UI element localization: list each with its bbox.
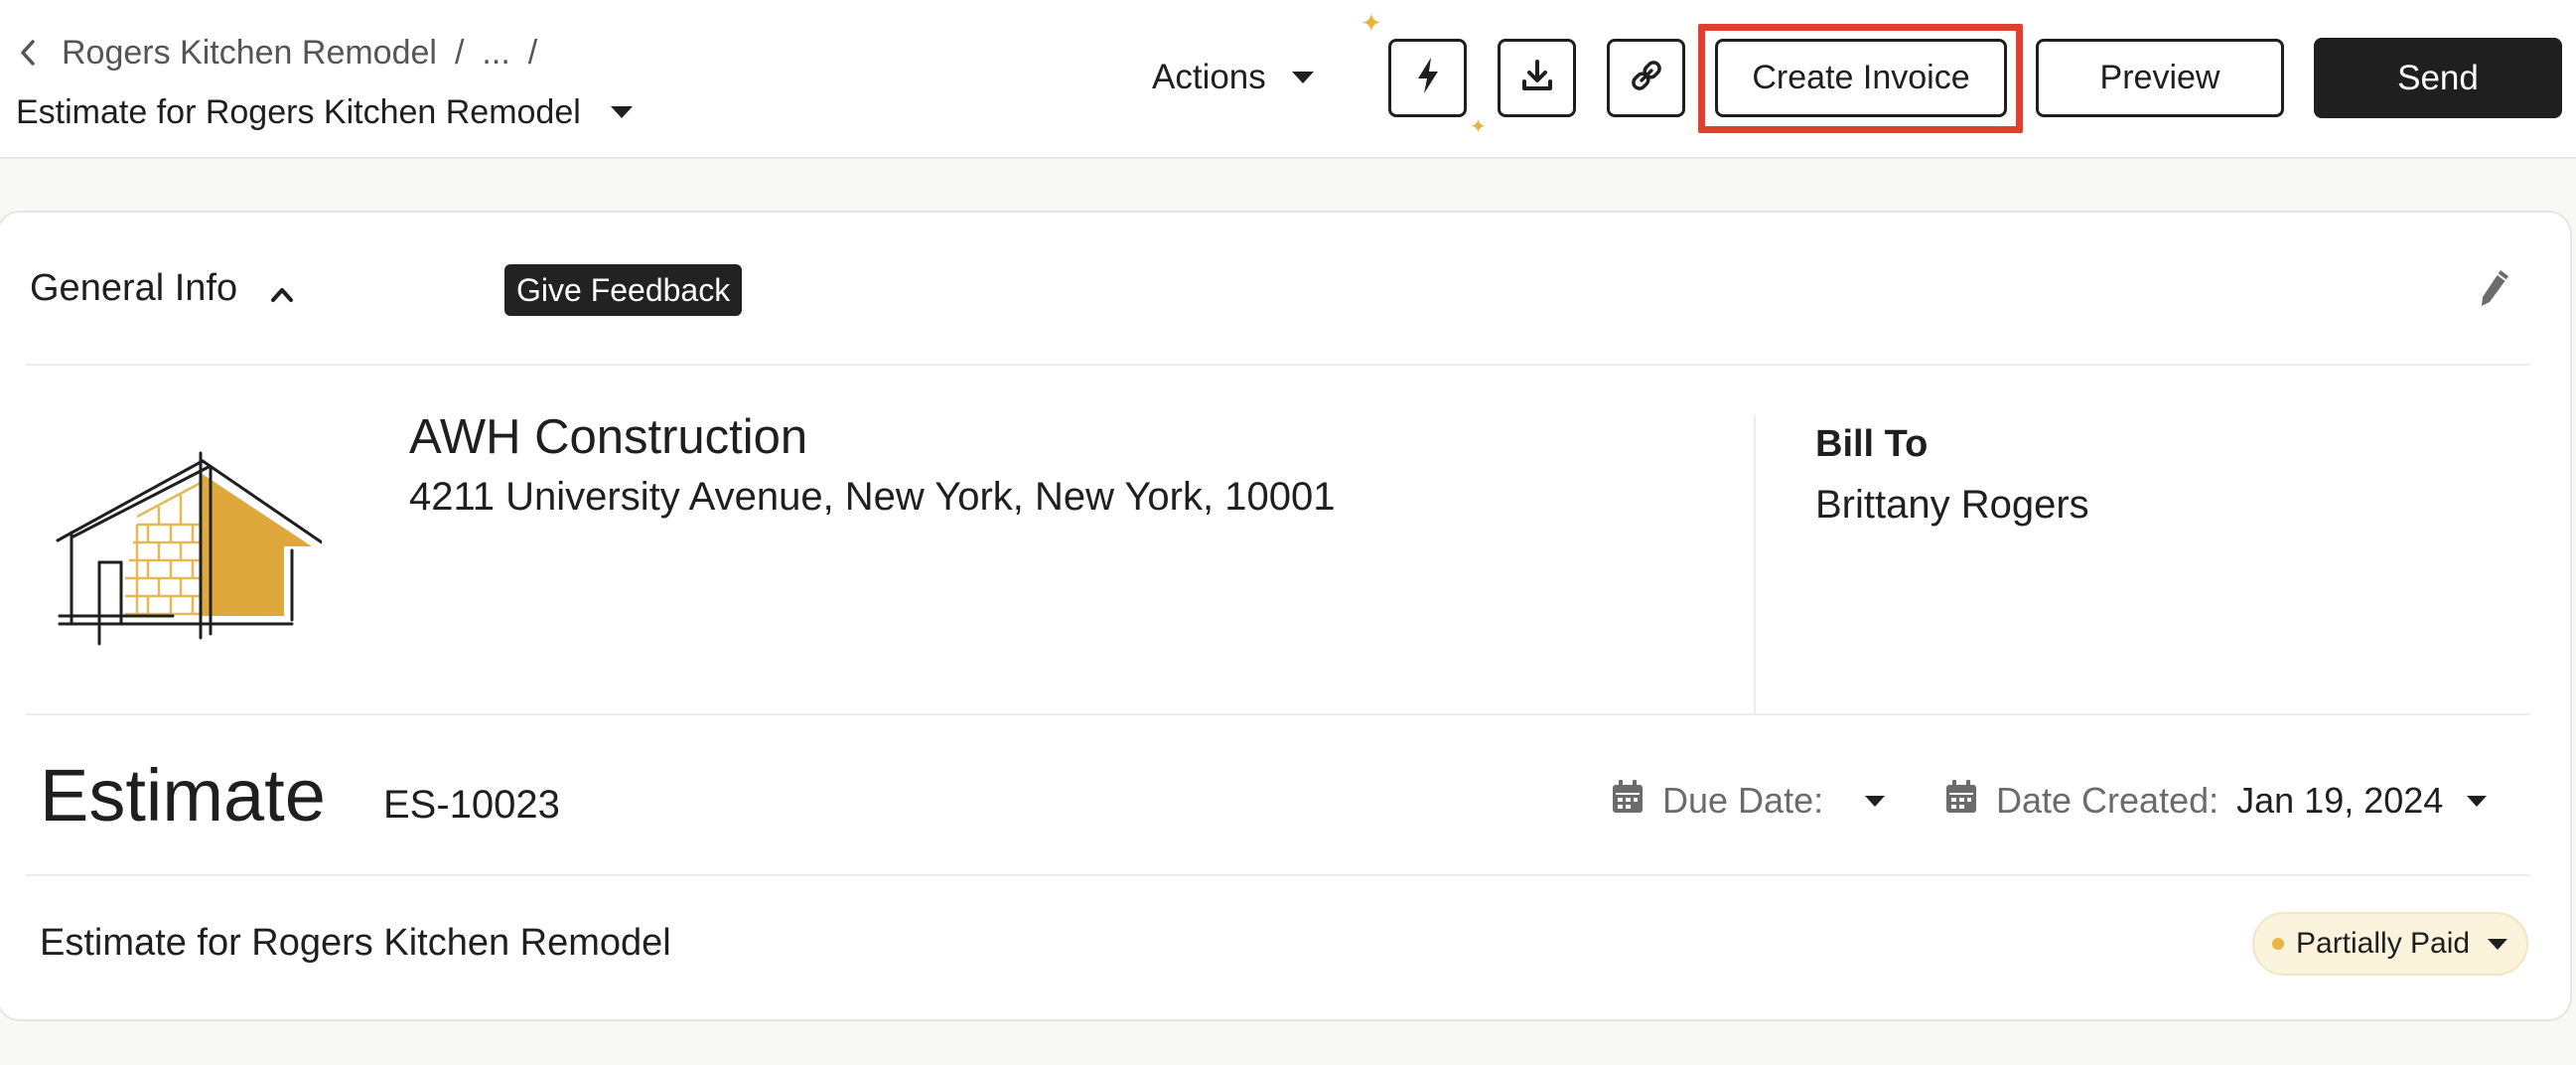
estimate-card [0,211,2572,1021]
chevron-up-icon [269,275,295,302]
send-button[interactable]: Send [2314,38,2562,118]
page-title-dropdown[interactable]: Estimate for Rogers Kitchen Remodel [16,89,633,135]
top-header: Rogers Kitchen Remodel / ... / Estimate … [0,0,2576,159]
status-dot [2272,938,2284,950]
preview-button[interactable]: Preview [2036,39,2284,117]
create-invoice-button[interactable]: Create Invoice [1715,39,2007,117]
calendar-icon [1944,779,1978,824]
section-title: General Info [30,266,238,309]
due-date-label: Due Date: [1662,780,1824,821]
download-button[interactable] [1498,39,1576,117]
bill-to-label: Bill To [1815,423,1929,465]
date-created-value: Jan 19, 2024 [2236,780,2444,821]
company-name: AWH Construction [409,410,808,464]
general-info-toggle[interactable]: General Info [30,260,295,316]
calendar-icon [1611,779,1645,824]
vertical-divider [1754,415,1756,713]
bill-to-name: Brittany Rogers [1815,483,2089,527]
divider [26,364,2530,366]
copy-link-button[interactable] [1607,39,1685,117]
divider [26,713,2530,715]
date-created-label: Date Created: [1996,780,2219,821]
document-number: ES-10023 [383,783,560,827]
status-label: Partially Paid [2296,927,2471,960]
caret-down-icon [2467,795,2488,807]
download-icon [1519,58,1555,98]
pencil-icon[interactable] [2475,266,2514,310]
breadcrumb-ellipsis[interactable]: ... [482,34,509,73]
caret-down-icon [1865,795,1886,807]
caret-down-icon [2488,938,2508,950]
divider [26,874,2530,876]
chevron-left-icon[interactable] [18,30,44,76]
document-title: Estimate for Rogers Kitchen Remodel [40,922,671,964]
actions-menu-button[interactable]: Actions [1152,52,1314,103]
page-title: Estimate for Rogers Kitchen Remodel [16,92,581,131]
caret-down-icon [1291,72,1314,83]
link-icon [1628,57,1665,99]
status-badge-dropdown[interactable]: Partially Paid [2252,912,2528,976]
sparkle-icon: ✦ [1470,116,1487,138]
give-feedback-button[interactable]: Give Feedback [504,264,743,316]
due-date-picker[interactable]: Due Date: [1611,775,1886,827]
breadcrumb-separator: / [527,33,538,72]
company-logo [54,425,324,654]
date-created-picker[interactable]: Date Created: Jan 19, 2024 [1944,775,2488,827]
breadcrumb-project-link[interactable]: Rogers Kitchen Remodel [62,34,437,73]
lightning-icon [1413,56,1443,100]
caret-down-icon [610,106,633,118]
breadcrumb: Rogers Kitchen Remodel / ... / [18,30,537,76]
company-address: 4211 University Avenue, New York, New Yo… [409,475,1336,519]
actions-label: Actions [1152,58,1266,96]
sparkle-icon: ✦ [1360,8,1382,38]
breadcrumb-separator: / [454,33,465,72]
document-type-heading: Estimate [40,754,326,837]
automation-button[interactable] [1388,39,1467,117]
